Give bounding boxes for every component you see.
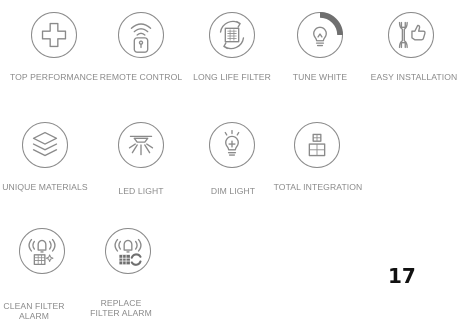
feature-label: DIM LIGHT xyxy=(210,186,256,196)
feature-label: LED LIGHT xyxy=(118,186,164,196)
grid-integration-icon xyxy=(294,122,340,168)
feature-label: LONG LIFE FILTER xyxy=(193,72,271,82)
wrench-thumbs-up-icon xyxy=(388,12,434,58)
dimmable-bulb-icon xyxy=(209,122,255,168)
remote-control-icon xyxy=(118,12,164,58)
feature-label: EASY INSTALLATION xyxy=(370,72,458,82)
feature-label: REPLACE FILTER ALARM xyxy=(90,298,152,318)
alarm-replace-filter-icon xyxy=(105,228,151,274)
feature-label: TUNE WHITE xyxy=(292,72,348,82)
ceiling-lamp-icon xyxy=(118,122,164,168)
feature-label: REMOTE CONTROL xyxy=(99,72,183,82)
feature-label: TOTAL INTEGRATION xyxy=(273,182,363,192)
alarm-clean-filter-icon xyxy=(19,228,65,274)
feature-label: TOP PERFORMANCE xyxy=(9,72,99,82)
page-number: 17 xyxy=(388,264,416,288)
layers-icon xyxy=(22,122,68,168)
plus-icon xyxy=(31,12,77,58)
feature-label: CLEAN FILTER ALARM xyxy=(3,301,65,321)
feature-label: UNIQUE MATERIALS xyxy=(2,182,88,192)
bulb-tune-icon xyxy=(297,12,343,58)
filter-cycle-icon xyxy=(209,12,255,58)
